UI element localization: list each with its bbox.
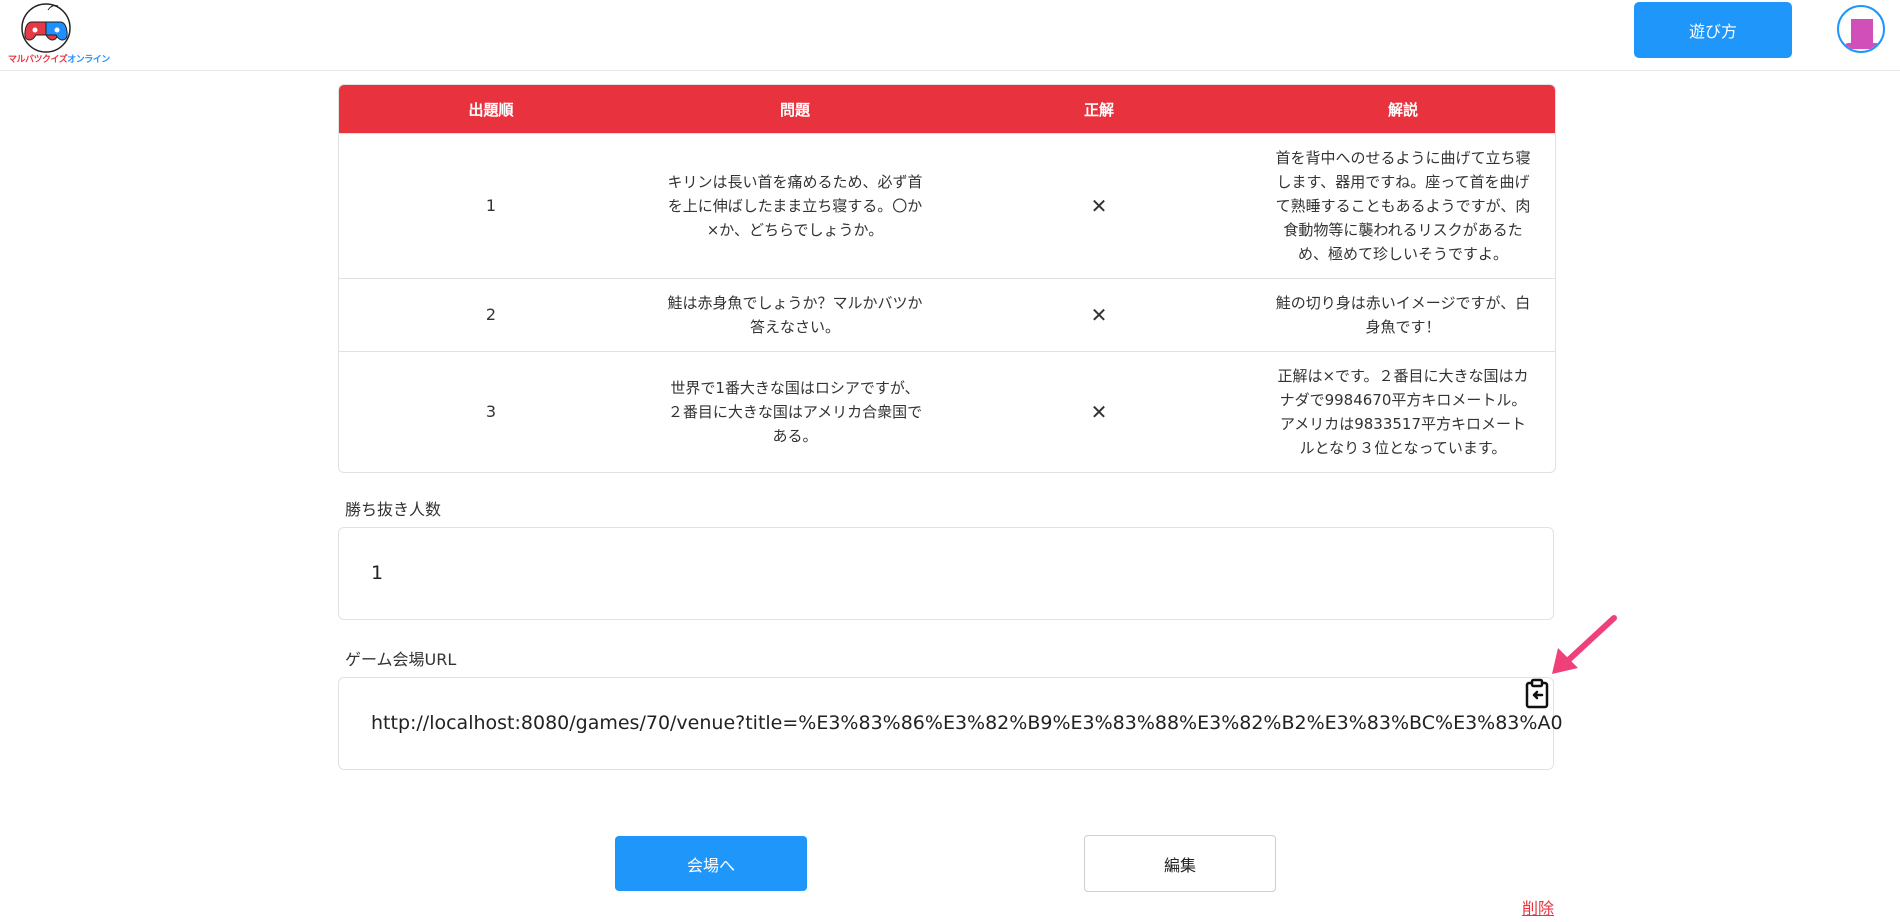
delete-link[interactable]: 削除 — [1522, 895, 1554, 919]
cell-order: 3 — [485, 402, 497, 421]
avatar-base — [1845, 43, 1879, 49]
winners-field[interactable]: 1 — [338, 527, 1554, 620]
logo-text: マルバツクイズオンライン — [8, 52, 110, 65]
how-to-play-button[interactable]: 遊び方 — [1634, 2, 1792, 58]
user-avatar-icon[interactable] — [1837, 5, 1885, 53]
winners-label: 勝ち抜き人数 — [345, 500, 442, 519]
cell-order: 2 — [485, 305, 497, 324]
logo-text-blue: オンライン — [67, 55, 110, 65]
edit-button[interactable]: 編集 — [1084, 835, 1276, 892]
top-header: マルバツクイズオンライン 遊び方 — [0, 0, 1900, 71]
clipboard-copy-icon[interactable] — [1522, 678, 1552, 710]
quiz-table: 出題順 問題 正解 解説 1 キリンは長い首を痛めるため、必ず首を上に伸ばしたま… — [338, 84, 1556, 473]
winners-value: 1 — [371, 562, 384, 584]
cell-order: 1 — [485, 196, 497, 215]
cell-answer: ✕ — [1090, 194, 1108, 218]
cell-question: キリンは長い首を痛めるため、必ず首を上に伸ばしたまま立ち寝する。〇か×か、どちら… — [667, 173, 923, 239]
cell-answer: ✕ — [1090, 303, 1108, 327]
pointer-arrow-icon — [1548, 612, 1620, 678]
table-row: 2 鮭は赤身魚でしょうか？マルかバツか答えなさい。 ✕ 鮭の切り身は赤いイメージ… — [339, 278, 1555, 351]
header-explanation: 解説 — [1387, 100, 1418, 119]
table-header: 出題順 問題 正解 解説 — [339, 85, 1555, 133]
site-logo[interactable]: マルバツクイズオンライン — [4, 2, 110, 65]
avatar-shape — [1851, 19, 1873, 45]
venue-url-field[interactable]: http://localhost:8080/games/70/venue?tit… — [338, 677, 1563, 770]
cell-question: 世界で1番大きな国はロシアですが、２番目に大きな国はアメリカ合衆国である。 — [667, 379, 923, 445]
header-question: 問題 — [779, 100, 810, 119]
cell-explanation: 鮭の切り身は赤いイメージですが、白身魚です！ — [1275, 294, 1531, 336]
logo-text-red: マルバツクイズ — [8, 55, 68, 65]
table-row: 3 世界で1番大きな国はロシアですが、２番目に大きな国はアメリカ合衆国である。 … — [339, 351, 1555, 472]
go-to-venue-button[interactable]: 会場へ — [615, 836, 807, 891]
cell-question: 鮭は赤身魚でしょうか？マルかバツか答えなさい。 — [667, 294, 923, 336]
header-answer: 正解 — [1083, 100, 1114, 119]
cell-answer: ✕ — [1090, 400, 1108, 424]
venue-url-label: ゲーム会場URL — [345, 650, 457, 669]
venue-url-value: http://localhost:8080/games/70/venue?tit… — [371, 712, 1563, 734]
cell-explanation: 首を背中へのせるように曲げて立ち寝します、器用ですね。座って首を曲げて熟睡するこ… — [1275, 149, 1531, 263]
header-order: 出題順 — [468, 100, 514, 119]
cell-explanation: 正解は×です。２番目に大きな国はカナダで9984670平方キロメートル。アメリカ… — [1277, 367, 1529, 457]
table-row: 1 キリンは長い首を痛めるため、必ず首を上に伸ばしたまま立ち寝する。〇か×か、ど… — [339, 133, 1555, 278]
